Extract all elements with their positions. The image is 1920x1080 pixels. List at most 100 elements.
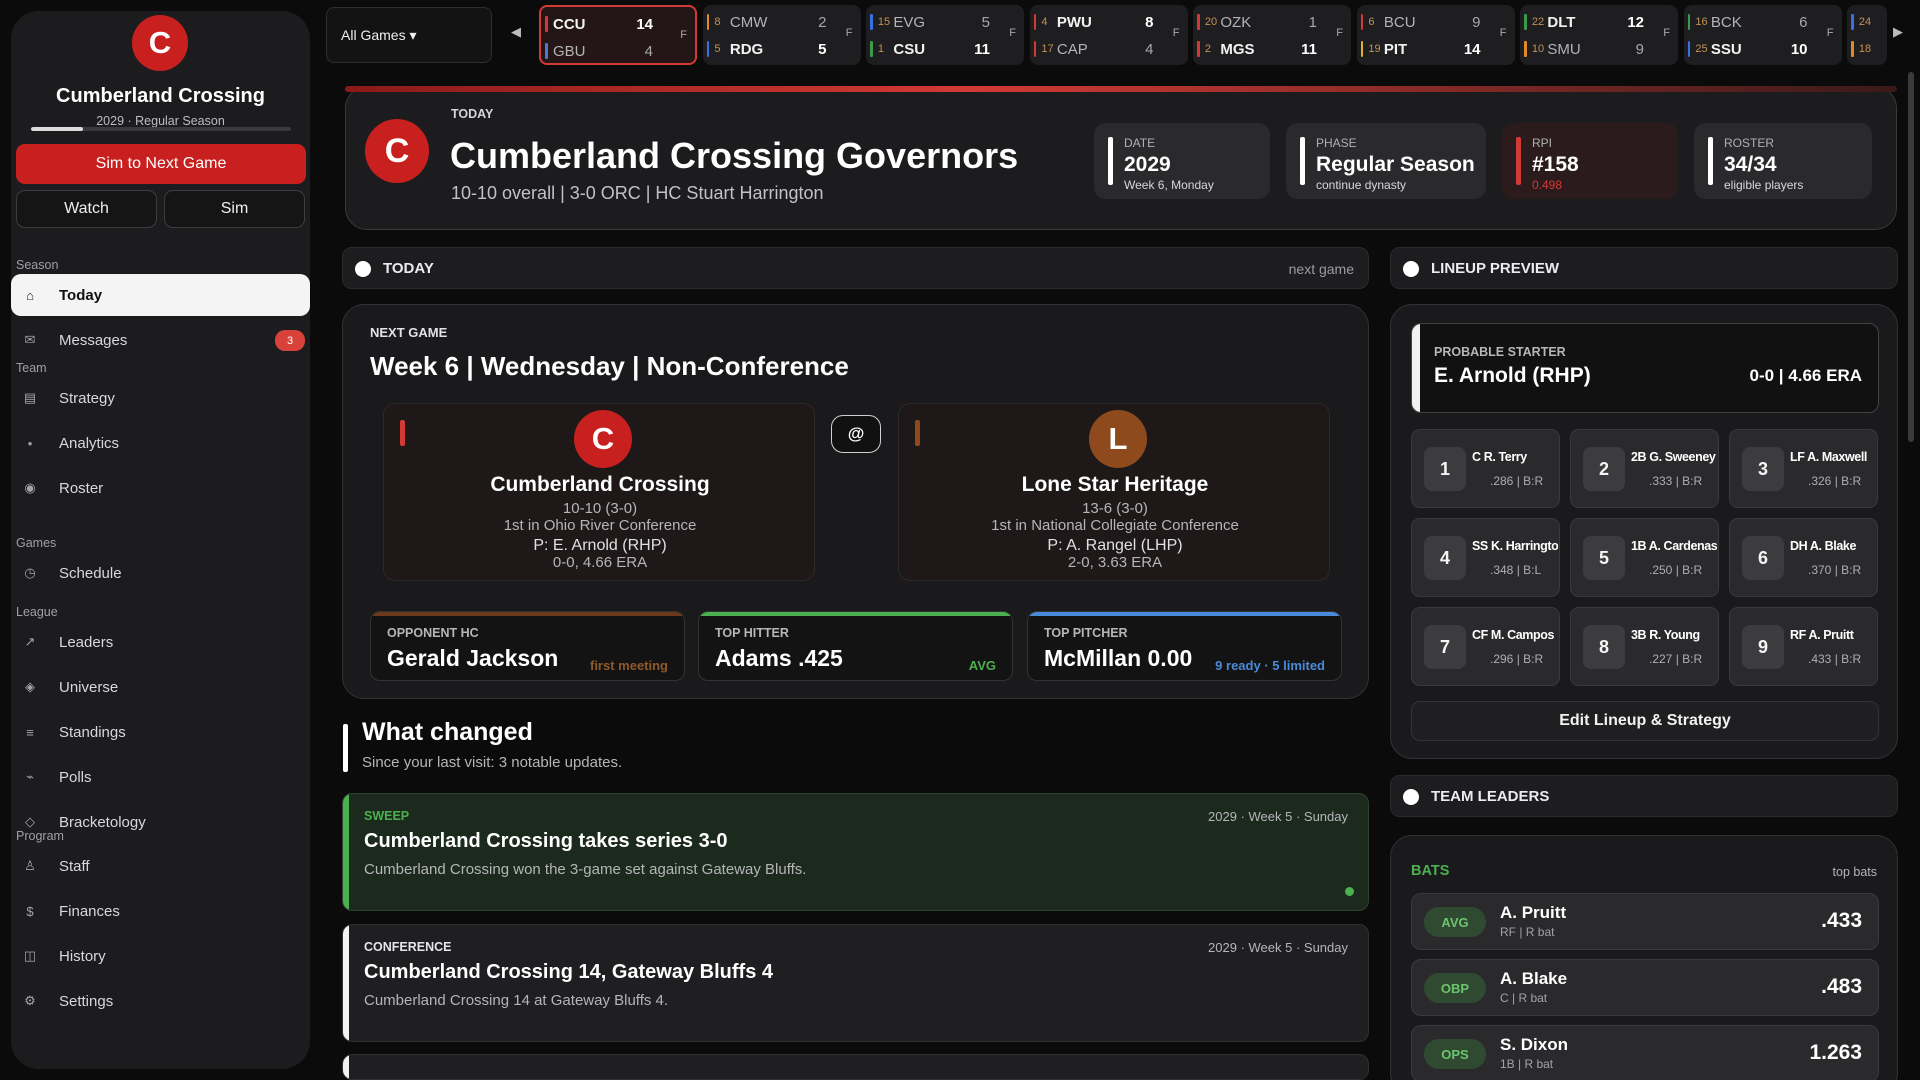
- sidebar-item-leaders[interactable]: ↗ Leaders: [11, 621, 310, 663]
- home-pitcher-line: 0-0, 4.66 ERA: [552, 554, 648, 571]
- lineup-slot[interactable]: 7 CF M. Campos .296 | B:R: [1411, 607, 1560, 686]
- lineup-slot[interactable]: 1 C R. Terry .286 | B:R: [1411, 429, 1560, 508]
- sidebar-item-label: Standings: [59, 723, 126, 741]
- team-leaders-card: BATS top bats AVG A. Pruitt RF | R bat .433…: [1390, 835, 1898, 1080]
- game-status: F: [1663, 27, 1670, 39]
- team-color-bar: [1851, 14, 1854, 30]
- team-score: 6: [1799, 13, 1808, 31]
- sidebar-item-messages[interactable]: ✉ Messages 3: [11, 319, 310, 361]
- ticker-team-row: 22 DLT 12: [1524, 11, 1644, 33]
- team-color-bar: [870, 41, 873, 57]
- sidebar-item-label: Leaders: [59, 633, 114, 651]
- team-abbr: SMU: [1547, 40, 1581, 58]
- team-score: 8: [1145, 13, 1154, 31]
- away-team-panel[interactable]: L Lone Star Heritage 13-6 (3-0) 1st in N…: [898, 403, 1330, 581]
- score-ticker-game[interactable]: CCU 14 GBU 4 F: [539, 5, 697, 65]
- lineup-slot[interactable]: 4 SS K. Harrington .348 | B:L: [1411, 518, 1560, 597]
- sidebar-item-finances[interactable]: $ Finances: [11, 890, 310, 932]
- team-abbr: CSU: [893, 40, 926, 58]
- lineup-player: CF M. Campos: [1472, 628, 1555, 642]
- starter-name: E. Arnold (RHP): [1434, 364, 1591, 387]
- stat-value: 2029: [1124, 153, 1171, 176]
- team-abbr: RDG: [729, 40, 764, 58]
- mail-icon: ✉: [24, 332, 36, 347]
- card-value: Adams .425: [715, 645, 843, 671]
- home-icon: ⌂: [26, 287, 34, 303]
- away-team-standing: 1st in National Collegiate Conference: [991, 517, 1239, 534]
- sim-button[interactable]: Sim: [164, 190, 305, 228]
- sidebar-item-universe[interactable]: ◈ Universe: [11, 666, 310, 708]
- lineup-player: SS K. Harrington: [1472, 539, 1558, 553]
- score-ticker-game[interactable]: 15 EVG 5 1 CSU 11 F: [866, 5, 1024, 65]
- stat-accent: [1708, 137, 1713, 185]
- leader-row[interactable]: AVG A. Pruitt RF | R bat .433: [1411, 893, 1879, 950]
- ticker-prev-icon[interactable]: ◀: [511, 24, 521, 40]
- leader-row[interactable]: OBP A. Blake C | R bat .483: [1411, 959, 1879, 1016]
- leaders-category: BATS: [1411, 863, 1450, 879]
- sidebar-item-standings[interactable]: ≡ Standings: [11, 711, 310, 753]
- gear-icon: ⚙: [24, 993, 36, 1008]
- sidebar-item-label: History: [59, 947, 106, 965]
- home-probable-pitcher: P: E. Arnold (RHP): [533, 537, 667, 554]
- sidebar-item-strategy[interactable]: ▤ Strategy: [11, 377, 310, 419]
- score-ticker-game[interactable]: 20 OZK 1 2 MGS 11 F: [1193, 5, 1351, 65]
- team-color-bar: [1197, 41, 1200, 57]
- lineup-slot[interactable]: 2 2B G. Sweeney .333 | B:R: [1570, 429, 1719, 508]
- next-game-kicker: NEXT GAME: [370, 325, 448, 340]
- ticker-next-icon[interactable]: ▶: [1893, 24, 1903, 40]
- lineup-slot[interactable]: 3 LF A. Maxwell .326 | B:R: [1729, 429, 1878, 508]
- lineup-player: 1B A. Cardenas: [1631, 539, 1717, 553]
- home-team-panel[interactable]: C Cumberland Crossing 10-10 (3-0) 1st in…: [383, 403, 815, 581]
- leader-row[interactable]: OPS S. Dixon 1B | R bat 1.263: [1411, 1025, 1879, 1080]
- stat-label: ROSTER: [1724, 136, 1775, 150]
- score-ticker-game[interactable]: 4 PWU 8 17 CAP 4 F: [1029, 5, 1188, 65]
- watch-button[interactable]: Watch: [16, 190, 157, 228]
- score-ticker-game[interactable]: 22 DLT 12 10 SMU 9 F: [1520, 5, 1678, 65]
- lineup-slot[interactable]: 6 DH A. Blake .370 | B:R: [1729, 518, 1878, 597]
- sidebar-item-roster[interactable]: ◉ Roster: [11, 467, 310, 509]
- games-filter-dropdown[interactable]: All Games ▾: [326, 7, 492, 63]
- team-color-bar: [1033, 14, 1037, 30]
- team-score: 5: [818, 40, 827, 58]
- sidebar-item-history[interactable]: ◫ History: [11, 935, 310, 977]
- score-ticker-game[interactable]: 24 18: [1847, 5, 1887, 65]
- stat-label: DATE: [1124, 136, 1156, 150]
- sidebar-item-schedule[interactable]: ◷ Schedule: [11, 552, 310, 594]
- sidebar-item-staff[interactable]: ♙ Staff: [11, 845, 310, 887]
- away-probable-pitcher: P: A. Rangel (LHP): [1047, 537, 1183, 554]
- news-item[interactable]: CONFERENCE 2029 · Week 5 · Sunday Cumber…: [342, 924, 1369, 1042]
- sidebar-item-label: Strategy: [59, 389, 115, 407]
- sim-next-game-button[interactable]: Sim to Next Game: [16, 144, 306, 184]
- news-accent: [343, 794, 349, 910]
- news-item[interactable]: SWEEP 2029 · Week 5 · Sunday Cumberland …: [342, 793, 1369, 911]
- team-score: 9: [1472, 13, 1481, 31]
- team-color-bar: [1360, 41, 1364, 57]
- lineup-slot[interactable]: 9 RF A. Pruitt .433 | B:R: [1729, 607, 1878, 686]
- scrollbar[interactable]: [1908, 72, 1914, 442]
- sidebar-item-analytics[interactable]: • Analytics: [11, 422, 310, 464]
- stat-value: #158: [1532, 153, 1579, 176]
- team-score: 9: [1635, 40, 1645, 58]
- team-abbr: MGS: [1220, 40, 1255, 58]
- what-changed-subtitle: Since your last visit: 3 notable updates…: [362, 754, 623, 771]
- stat-accent: [1516, 137, 1521, 185]
- team-header-card: C TODAY Cumberland Crossing Governors 10…: [345, 86, 1897, 230]
- score-ticker-game[interactable]: 8 CMW 2 5 RDG 5 F: [702, 5, 861, 65]
- news-accent: [343, 925, 349, 1041]
- lineup-slot[interactable]: 8 3B R. Young .227 | B:R: [1570, 607, 1719, 686]
- score-ticker-game[interactable]: 6 BCU 9 19 PIT 14 F: [1356, 5, 1515, 65]
- news-accent: [343, 1055, 349, 1079]
- next-game-card[interactable]: NEXT GAME Week 6 | Wednesday | Non-Confe…: [342, 304, 1369, 699]
- edit-lineup-button[interactable]: Edit Lineup & Strategy: [1411, 701, 1879, 741]
- team-score: 12: [1627, 13, 1645, 31]
- leader-position: 1B | R bat: [1500, 1057, 1554, 1071]
- sidebar-item-today[interactable]: ⌂ Today: [11, 274, 310, 316]
- score-ticker-game[interactable]: 16 BCK 6 25 SSU 10 F: [1683, 5, 1842, 65]
- sidebar-item-settings[interactable]: ⚙ Settings: [11, 980, 310, 1022]
- news-item[interactable]: [342, 1054, 1369, 1080]
- stat-label: RPI: [1532, 136, 1553, 150]
- sidebar-item-polls[interactable]: ⌁ Polls: [11, 756, 310, 798]
- lineup-slot[interactable]: 5 1B A. Cardenas .250 | B:R: [1570, 518, 1719, 597]
- team-score: 4: [644, 42, 653, 60]
- stat-note: Week 6, Monday: [1124, 178, 1214, 192]
